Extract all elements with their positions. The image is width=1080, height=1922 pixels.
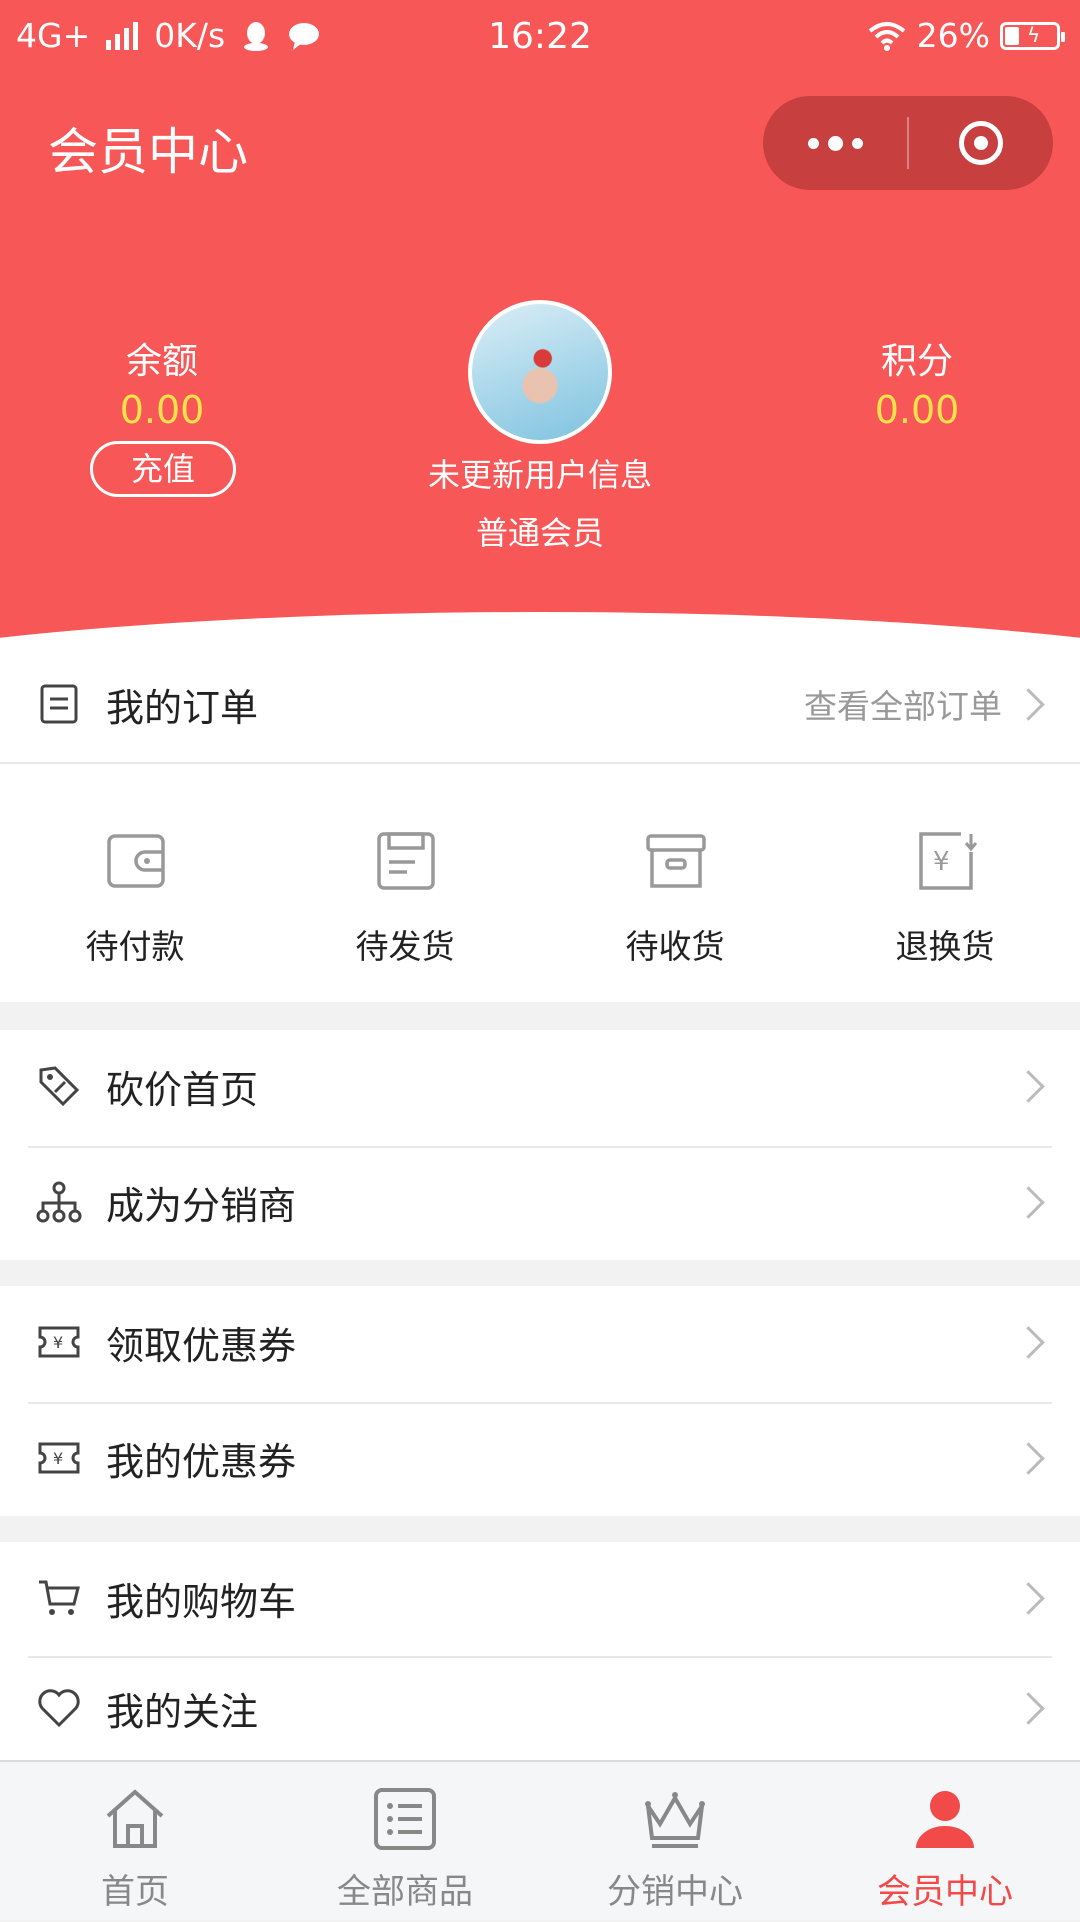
chevron-right-icon bbox=[1012, 1691, 1045, 1725]
balance-value: 0.00 bbox=[119, 388, 205, 432]
crown-icon bbox=[645, 1792, 705, 1848]
tab-home[interactable]: 首页 bbox=[0, 1762, 270, 1922]
status-bar: 4G+ 0K/s 16:22 26% ϟ bbox=[0, 0, 1080, 78]
target-icon bbox=[959, 121, 1003, 165]
chevron-right-icon bbox=[1012, 1069, 1045, 1103]
menu-item-label: 我的关注 bbox=[106, 1689, 259, 1734]
order-list-icon bbox=[36, 681, 82, 727]
member-level: 普通会员 bbox=[475, 514, 604, 552]
tab-member-center[interactable]: 会员中心 bbox=[810, 1762, 1080, 1922]
chevron-right-icon bbox=[1012, 1441, 1045, 1475]
cart-icon bbox=[36, 1575, 82, 1621]
points-label: 积分 bbox=[880, 341, 953, 382]
menu-item-label: 领取优惠券 bbox=[106, 1323, 297, 1368]
order-status-pending-shipment[interactable]: 待发货 bbox=[270, 770, 540, 1000]
tab-label: 分销中心 bbox=[607, 1872, 743, 1912]
tab-bar: 首页 全部商品 分销中心 会员中心 bbox=[0, 1760, 1080, 1920]
list-icon bbox=[374, 1788, 436, 1850]
svg-text:¥: ¥ bbox=[53, 1333, 63, 1352]
order-status-label: 待收货 bbox=[625, 927, 725, 966]
view-all-orders-link[interactable]: 查看全部订单 bbox=[804, 680, 1002, 728]
my-orders-row[interactable]: 我的订单 查看全部订单 bbox=[0, 648, 1080, 760]
menu-item-my-coupons[interactable]: ¥ 我的优惠券 bbox=[0, 1402, 1080, 1514]
network-icon bbox=[36, 1179, 82, 1225]
user-name: 未更新用户信息 bbox=[427, 456, 652, 494]
tab-label: 首页 bbox=[101, 1872, 169, 1912]
tab-label: 全部商品 bbox=[337, 1872, 473, 1912]
points-stat[interactable]: 积分 0.00 bbox=[797, 338, 1037, 434]
box-icon bbox=[646, 834, 706, 888]
order-status-pending-receipt[interactable]: 待收货 bbox=[540, 770, 810, 1000]
chevron-right-icon bbox=[1012, 1185, 1045, 1219]
tab-label: 会员中心 bbox=[877, 1872, 1013, 1912]
menu-item-distributor[interactable]: 成为分销商 bbox=[0, 1146, 1080, 1258]
coupon-icon: ¥ bbox=[36, 1319, 82, 1365]
balance-stat[interactable]: 余额 0.00 bbox=[42, 338, 282, 434]
avatar[interactable] bbox=[468, 300, 612, 444]
order-status-label: 退换货 bbox=[895, 927, 995, 966]
order-status-label: 待付款 bbox=[85, 927, 185, 966]
tab-distribution[interactable]: 分销中心 bbox=[540, 1762, 810, 1922]
menu-item-label: 我的优惠券 bbox=[106, 1439, 297, 1484]
balance-label: 余额 bbox=[125, 341, 198, 382]
wallet-icon bbox=[107, 834, 165, 888]
tag-icon bbox=[36, 1063, 82, 1109]
home-icon bbox=[106, 1789, 164, 1848]
close-button[interactable] bbox=[909, 96, 1053, 190]
svg-text:¥: ¥ bbox=[53, 1449, 63, 1468]
my-orders-label: 我的订单 bbox=[106, 685, 259, 730]
menu-item-label: 砍价首页 bbox=[106, 1067, 259, 1112]
chevron-right-icon bbox=[1012, 687, 1045, 721]
chevron-right-icon bbox=[1012, 1325, 1045, 1359]
order-status-label: 待发货 bbox=[355, 927, 455, 966]
user-icon bbox=[916, 1791, 974, 1848]
wifi-icon bbox=[868, 21, 905, 51]
battery-icon: ϟ bbox=[1000, 21, 1065, 50]
points-value: 0.00 bbox=[874, 388, 960, 432]
order-status-returns[interactable]: ¥ 退换货 bbox=[810, 770, 1080, 1000]
mini-program-capsule bbox=[763, 96, 1053, 190]
battery-percent: 26% bbox=[916, 16, 990, 55]
coupon-icon: ¥ bbox=[36, 1435, 82, 1481]
package-icon bbox=[377, 832, 435, 890]
menu-item-label: 我的购物车 bbox=[106, 1579, 297, 1624]
tab-all-products[interactable]: 全部商品 bbox=[270, 1762, 540, 1922]
more-button[interactable] bbox=[763, 96, 907, 190]
svg-text:¥: ¥ bbox=[933, 847, 950, 877]
menu-item-bargain[interactable]: 砍价首页 bbox=[0, 1030, 1080, 1142]
heart-icon bbox=[36, 1685, 82, 1731]
menu-item-cart[interactable]: 我的购物车 bbox=[0, 1542, 1080, 1654]
menu-item-label: 成为分销商 bbox=[106, 1183, 297, 1228]
refund-icon: ¥ bbox=[919, 832, 977, 890]
page-title: 会员中心 bbox=[48, 123, 248, 181]
menu-item-favorites[interactable]: 我的关注 bbox=[0, 1656, 1080, 1760]
chevron-right-icon bbox=[1012, 1581, 1045, 1615]
status-right: 26% ϟ bbox=[867, 16, 1065, 55]
divider bbox=[0, 762, 1080, 764]
header: 4G+ 0K/s 16:22 26% ϟ 会员中心 余额 0.00 充值 未更新… bbox=[0, 0, 1080, 648]
menu-item-get-coupons[interactable]: ¥ 领取优惠券 bbox=[0, 1286, 1080, 1398]
header-curve bbox=[0, 612, 1080, 648]
order-status-pending-payment[interactable]: 待付款 bbox=[0, 770, 270, 1000]
